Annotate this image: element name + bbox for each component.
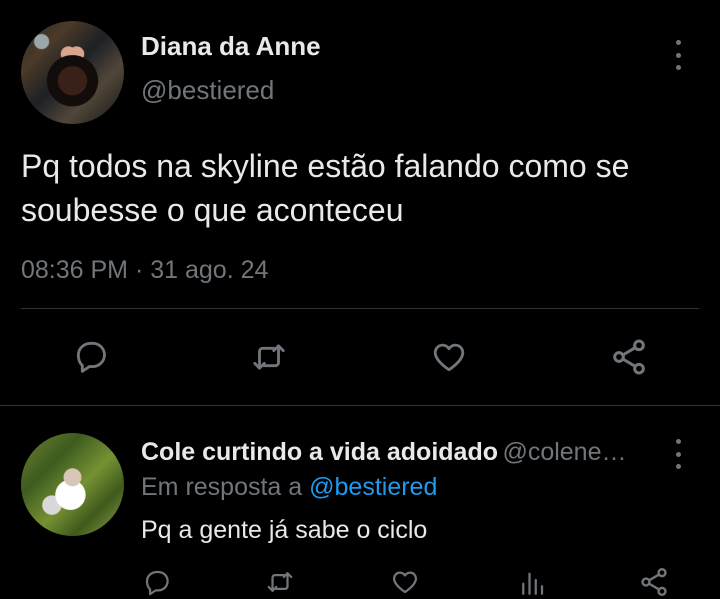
views-icon[interactable] [517,566,547,599]
retweet-icon[interactable] [249,338,289,376]
reply-context: Em resposta a @bestiered [141,473,437,502]
share-icon[interactable] [609,337,649,377]
author-avatar[interactable] [21,21,124,124]
like-icon[interactable] [430,338,468,376]
reply-author-handle[interactable]: @colene… [502,438,626,466]
tweet-meta: 08:36 PM · 31 ago. 24 [21,256,268,285]
divider [21,308,699,309]
reply-icon[interactable] [72,337,110,375]
reply-retweet-icon[interactable] [264,567,296,597]
reply-author-avatar[interactable] [21,433,124,536]
reply-text: Pq a gente já sabe o ciclo [141,516,428,544]
meta-separator: · [134,256,144,284]
tweet-text: Pq todos na skyline estão falando como s… [21,144,711,232]
tweet-date: 31 ago. 24 [150,256,269,284]
tweet-text-line-2: soubesse o que aconteceu [21,192,404,228]
reply-more-options-icon[interactable] [665,439,691,469]
author-handle[interactable]: @bestiered [141,75,274,106]
reply-reply-icon[interactable] [142,567,172,597]
reply-header: Cole curtindo a vida adoidado @colene… [141,438,661,467]
reply-like-icon[interactable] [390,567,420,597]
more-options-icon[interactable] [665,40,691,70]
divider [0,405,720,406]
author-name[interactable]: Diana da Anne [141,31,321,62]
reply-author-name[interactable]: Cole curtindo a vida adoidado [141,438,498,466]
reply-prefix: Em resposta a [141,473,303,501]
reply-share-icon[interactable] [638,566,670,598]
reply-mention-link[interactable]: @bestiered [309,473,437,501]
tweet-text-line-1: Pq todos na skyline estão falando como s… [21,148,630,184]
tweet-time: 08:36 PM [21,256,129,284]
